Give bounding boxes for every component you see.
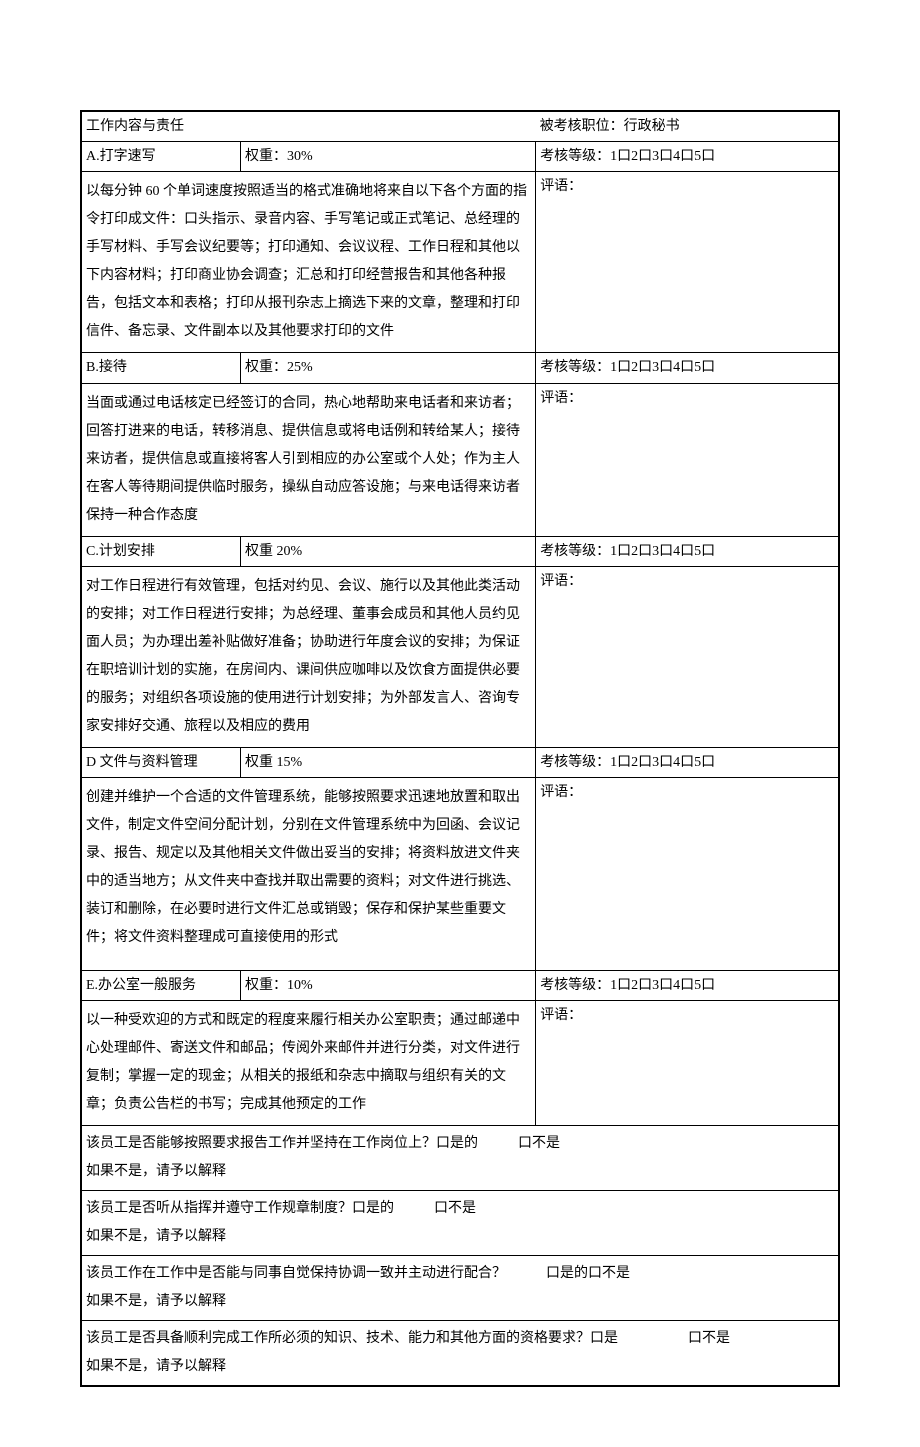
section-b-desc: 当面或通过电话核定已经签订的合同，热心地帮助来电话者和来访者；回答打进来的电话，… (82, 383, 536, 536)
section-a-title-row: A.打字速写 权重：30% 考核等级：1口2口3口4口5口 (82, 142, 839, 172)
section-c-body-row: 对工作日程进行有效管理，包括对约见、会议、施行以及其他此类活动的安排；对工作日程… (82, 566, 839, 747)
section-b-title-row: B.接待 权重：25% 考核等级：1口2口3口4口5口 (82, 353, 839, 383)
section-b-code: B.接待 (82, 353, 241, 383)
section-e-weight: 权重：10% (240, 970, 535, 1000)
question-3-text: 该员工作在工作中是否能与同事自觉保持协调一致并主动进行配合？ (86, 1266, 506, 1281)
question-4-row: 该员工是否具备顺利完成工作所必须的知识、技术、能力和其他方面的资格要求？口是 口不… (82, 1321, 839, 1386)
section-e-code: E.办公室一般服务 (82, 970, 241, 1000)
evaluation-table: 工作内容与责任 被考核职位：行政秘书 A.打字速写 权重：30% 考核等级：1口… (81, 111, 839, 1386)
question-3-follow: 如果不是，请予以解释 (86, 1294, 226, 1309)
section-e-title-row: E.办公室一般服务 权重：10% 考核等级：1口2口3口4口5口 (82, 970, 839, 1000)
section-b-comment[interactable]: 评语： (536, 383, 839, 536)
section-b-weight: 权重：25% (240, 353, 535, 383)
question-2-cell: 该员工是否听从指挥并遵守工作规章制度？口是的 口不是 如果不是，请予以解释 (82, 1191, 839, 1256)
section-d-grade[interactable]: 考核等级：1口2口3口4口5口 (536, 747, 839, 777)
section-a-body-row: 以每分钟 60 个单词速度按照适当的格式准确地将来自以下各个方面的指令打印成文件… (82, 172, 839, 353)
section-a-weight: 权重：30% (240, 142, 535, 172)
section-c-comment[interactable]: 评语： (536, 566, 839, 747)
section-e-comment[interactable]: 评语： (536, 1001, 839, 1126)
question-3-row: 该员工作在工作中是否能与同事自觉保持协调一致并主动进行配合？ 口是的口不是 如果不… (82, 1256, 839, 1321)
section-e-desc: 以一种受欢迎的方式和既定的程度来履行相关办公室职责；通过邮递中心处理邮件、寄送文… (82, 1001, 536, 1126)
section-d-comment[interactable]: 评语： (536, 777, 839, 970)
section-d-desc: 创建并维护一个合适的文件管理系统，能够按照要求迅速地放置和取出文件，制定文件空间… (82, 777, 536, 970)
section-c-desc: 对工作日程进行有效管理，包括对约见、会议、施行以及其他此类活动的安排；对工作日程… (82, 566, 536, 747)
question-1-row: 该员工是否能够按照要求报告工作并坚持在工作岗位上？口是的 口不是 如果不是，请予以… (82, 1126, 839, 1191)
question-3-no[interactable]: 口不是 (588, 1266, 630, 1281)
form-container: 工作内容与责任 被考核职位：行政秘书 A.打字速写 权重：30% 考核等级：1口… (80, 110, 840, 1387)
header-right: 被考核职位：行政秘书 (536, 112, 839, 142)
question-2-text: 该员工是否听从指挥并遵守工作规章制度？口是的 (86, 1201, 394, 1216)
section-d-weight: 权重 15% (240, 747, 535, 777)
question-1-cell: 该员工是否能够按照要求报告工作并坚持在工作岗位上？口是的 口不是 如果不是，请予以… (82, 1126, 839, 1191)
question-1-follow: 如果不是，请予以解释 (86, 1164, 226, 1179)
section-a-comment[interactable]: 评语： (536, 172, 839, 353)
question-2-row: 该员工是否听从指挥并遵守工作规章制度？口是的 口不是 如果不是，请予以解释 (82, 1191, 839, 1256)
section-e-grade[interactable]: 考核等级：1口2口3口4口5口 (536, 970, 839, 1000)
header-row: 工作内容与责任 被考核职位：行政秘书 (82, 112, 839, 142)
section-d-body-row: 创建并维护一个合适的文件管理系统，能够按照要求迅速地放置和取出文件，制定文件空间… (82, 777, 839, 970)
section-a-code: A.打字速写 (82, 142, 241, 172)
section-c-title-row: C.计划安排 权重 20% 考核等级：1口2口3口4口5口 (82, 536, 839, 566)
page: 工作内容与责任 被考核职位：行政秘书 A.打字速写 权重：30% 考核等级：1口… (0, 0, 920, 1447)
question-4-follow: 如果不是，请予以解释 (86, 1359, 226, 1374)
question-1-no[interactable]: 口不是 (518, 1136, 560, 1151)
section-d-code: D 文件与资料管理 (82, 747, 241, 777)
section-a-grade[interactable]: 考核等级：1口2口3口4口5口 (536, 142, 839, 172)
section-c-weight: 权重 20% (240, 536, 535, 566)
question-4-no[interactable]: 口不是 (688, 1331, 730, 1346)
section-c-grade[interactable]: 考核等级：1口2口3口4口5口 (536, 536, 839, 566)
section-e-body-row: 以一种受欢迎的方式和既定的程度来履行相关办公室职责；通过邮递中心处理邮件、寄送文… (82, 1001, 839, 1126)
section-b-grade[interactable]: 考核等级：1口2口3口4口5口 (536, 353, 839, 383)
question-4-cell: 该员工是否具备顺利完成工作所必须的知识、技术、能力和其他方面的资格要求？口是 口不… (82, 1321, 839, 1386)
question-3-yes[interactable]: 口是的 (546, 1266, 588, 1281)
header-left: 工作内容与责任 (82, 112, 536, 142)
section-b-body-row: 当面或通过电话核定已经签订的合同，热心地帮助来电话者和来访者；回答打进来的电话，… (82, 383, 839, 536)
question-2-no[interactable]: 口不是 (434, 1201, 476, 1216)
section-a-desc: 以每分钟 60 个单词速度按照适当的格式准确地将来自以下各个方面的指令打印成文件… (82, 172, 536, 353)
question-2-follow: 如果不是，请予以解释 (86, 1229, 226, 1244)
section-d-title-row: D 文件与资料管理 权重 15% 考核等级：1口2口3口4口5口 (82, 747, 839, 777)
question-3-cell: 该员工作在工作中是否能与同事自觉保持协调一致并主动进行配合？ 口是的口不是 如果不… (82, 1256, 839, 1321)
question-1-text: 该员工是否能够按照要求报告工作并坚持在工作岗位上？口是的 (86, 1136, 478, 1151)
section-c-code: C.计划安排 (82, 536, 241, 566)
question-4-text: 该员工是否具备顺利完成工作所必须的知识、技术、能力和其他方面的资格要求？口是 (86, 1331, 618, 1346)
